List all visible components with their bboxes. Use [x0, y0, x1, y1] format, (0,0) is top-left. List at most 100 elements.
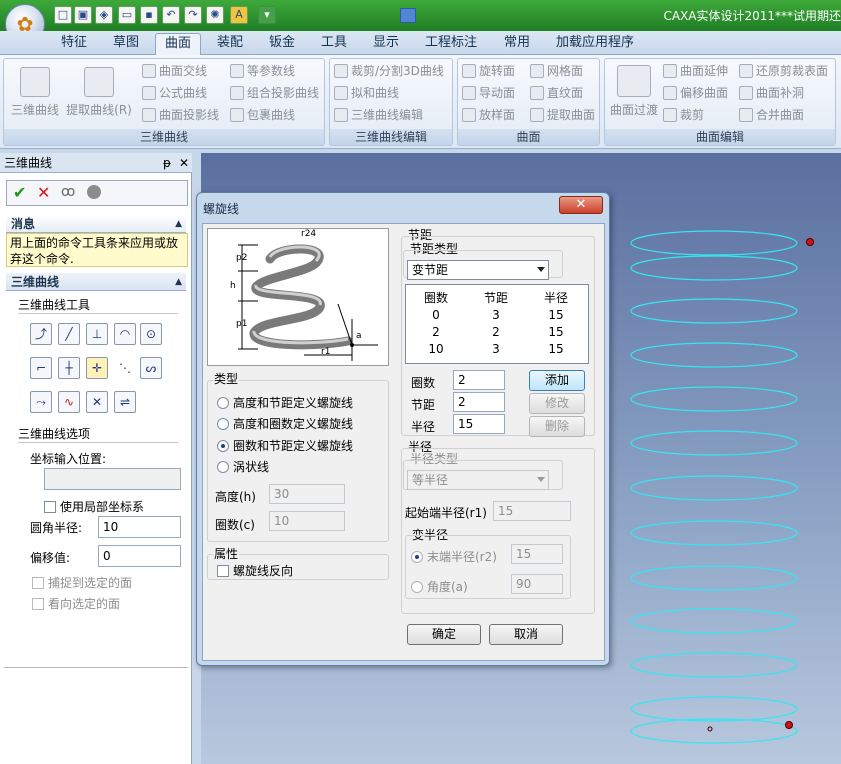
cancel-button[interactable]: 取消	[489, 624, 563, 645]
bridge-icon[interactable]: ⇌	[114, 391, 136, 413]
turns-field-input[interactable]: 2	[453, 370, 505, 390]
type-turns-pitch-radio[interactable]: 圈数和节距定义螺旋线	[217, 437, 353, 454]
combined-projection-button[interactable]: 组合投影曲线	[230, 83, 319, 103]
coord-input[interactable]	[44, 468, 181, 490]
type-spiral-radio[interactable]: 涡状线	[217, 458, 269, 475]
end-radius-input[interactable]: 15	[511, 544, 563, 564]
radio-button[interactable]	[217, 397, 229, 409]
reverse-checkbox[interactable]: 螺旋线反向	[217, 562, 293, 579]
delete-button[interactable]: 删除	[529, 416, 585, 437]
corner-icon[interactable]: ⌐	[30, 357, 52, 379]
qat-dropdown-icon[interactable]: ▾	[258, 6, 276, 24]
revolve-surface-button[interactable]: 旋转面	[462, 61, 515, 81]
helix-end-marker[interactable]	[806, 238, 814, 246]
trim-surface-button[interactable]: 裁剪	[663, 105, 704, 125]
curve-section-header[interactable]: 三维曲线 ▲	[6, 273, 186, 291]
tab-surface[interactable]: 曲面	[155, 33, 201, 55]
angle-radio[interactable]: 角度(a)	[411, 578, 468, 595]
helix-loop[interactable]	[630, 430, 798, 456]
tab-tools[interactable]: 工具	[312, 33, 356, 55]
pitch-field-input[interactable]: 2	[453, 392, 505, 412]
open-icon[interactable]: ▣	[74, 6, 92, 24]
wrap-curve-button[interactable]: 包裹曲线	[230, 105, 295, 125]
helix-loop[interactable]	[630, 298, 798, 324]
table-row[interactable]: 2 2 15	[406, 323, 586, 340]
radio-button[interactable]	[217, 461, 229, 473]
snap-face-checkbox[interactable]: 捕捉到选定的面	[32, 574, 132, 591]
design-icon[interactable]: A	[230, 6, 248, 24]
local-cs-checkbox[interactable]: 使用局部坐标系	[44, 498, 144, 515]
fit-curve-button[interactable]: 拟和曲线	[334, 83, 399, 103]
helix-loop[interactable]	[630, 342, 798, 368]
apply-icon[interactable]: ✔	[13, 183, 26, 202]
point-icon[interactable]: ┼	[58, 357, 80, 379]
chevron-down-icon[interactable]	[537, 477, 545, 482]
edit-curve-button[interactable]: 三维曲线编辑	[334, 105, 423, 125]
look-face-checkbox[interactable]: 看向选定的面	[32, 595, 120, 612]
checkbox-box[interactable]	[32, 577, 44, 589]
pin-icon[interactable]: ᵽ	[163, 153, 171, 173]
surface-projection-button[interactable]: 曲面投影线	[142, 105, 219, 125]
loft-surface-button[interactable]: 放样面	[462, 105, 515, 125]
helix-loop[interactable]	[630, 386, 798, 412]
stop-icon[interactable]	[87, 185, 101, 199]
start-radius-input[interactable]: 15	[493, 501, 571, 521]
fillet-input[interactable]: 10	[98, 516, 181, 538]
project-icon[interactable]: ⤳	[30, 391, 52, 413]
add-button[interactable]: 添加	[529, 370, 585, 391]
cancel-icon[interactable]: ✕	[37, 183, 50, 202]
dialog-close-button[interactable]: ✕	[559, 196, 603, 214]
modify-button[interactable]: 修改	[529, 393, 585, 414]
checkbox-box[interactable]	[32, 598, 44, 610]
formula-curve-button[interactable]: 公式曲线	[142, 83, 207, 103]
radio-button[interactable]	[217, 418, 229, 430]
undo-icon[interactable]: ↶	[162, 6, 180, 24]
curve-icon[interactable]: ∿	[58, 391, 80, 413]
tab-common[interactable]: 常用	[495, 33, 539, 55]
checkbox-box[interactable]	[44, 501, 56, 513]
sweep-surface-button[interactable]: 导动面	[462, 83, 515, 103]
helix-tool-icon[interactable]: ᔕ	[140, 357, 162, 379]
circle-icon[interactable]: ⊙	[140, 323, 162, 345]
trim-split-button[interactable]: 裁剪/分割3D曲线	[334, 61, 444, 81]
preview-icon[interactable]: ꝏ	[61, 184, 75, 200]
type-height-turns-radio[interactable]: 高度和圈数定义螺旋线	[217, 415, 353, 432]
browse-icon[interactable]: ◈	[95, 6, 113, 24]
arc-icon[interactable]: ◠	[114, 323, 136, 345]
chevron-down-icon[interactable]	[537, 267, 545, 272]
helix-loop[interactable]	[630, 565, 798, 591]
spline-icon[interactable]: ⤴	[30, 323, 52, 345]
offset-input[interactable]: 0	[98, 545, 181, 567]
message-section-header[interactable]: 消息 ▲	[6, 215, 186, 233]
folder-icon[interactable]: ▭	[118, 6, 136, 24]
helix-start-marker[interactable]	[785, 721, 793, 729]
merge-surface-button[interactable]: 合并曲面	[739, 105, 804, 125]
tab-assembly[interactable]: 装配	[208, 33, 252, 55]
surface-blend-button[interactable]: 曲面过渡	[607, 65, 661, 118]
patch-hole-button[interactable]: 曲面补洞	[739, 83, 804, 103]
tab-feature[interactable]: 特征	[52, 33, 96, 55]
mesh-surface-button[interactable]: 网格面	[530, 61, 583, 81]
extract-curve-button[interactable]: 提取曲线(R)	[66, 67, 132, 118]
tab-addins[interactable]: 加载应用程序	[550, 33, 640, 55]
line-icon[interactable]: ╱	[58, 323, 80, 345]
isoparam-button[interactable]: 等参数线	[230, 61, 295, 81]
surface-intersect-button[interactable]: 曲面交线	[142, 61, 207, 81]
extract-surface-button[interactable]: 提取曲面	[530, 105, 595, 125]
helix-loop[interactable]	[630, 520, 798, 546]
3d-curve-button[interactable]: 三维曲线	[9, 67, 61, 118]
polyline-icon[interactable]: ⊥	[86, 323, 108, 345]
collapse-icon[interactable]: ▲	[175, 215, 182, 233]
offset-surface-button[interactable]: 偏移曲面	[663, 83, 728, 103]
tab-sketch[interactable]: 草图	[104, 33, 148, 55]
radius-field-input[interactable]: 15	[453, 414, 505, 434]
dots-icon[interactable]: ⋱	[114, 357, 136, 379]
ruled-surface-button[interactable]: 直纹面	[530, 83, 583, 103]
tab-annotation[interactable]: 工程标注	[418, 33, 484, 55]
radio-button-selected[interactable]	[411, 551, 423, 563]
close-icon[interactable]: ✕	[179, 153, 189, 173]
helix-axis-point[interactable]	[707, 726, 713, 732]
helix-loop[interactable]	[630, 230, 798, 256]
save-icon[interactable]: ▪	[140, 6, 158, 24]
radio-button[interactable]	[411, 581, 423, 593]
